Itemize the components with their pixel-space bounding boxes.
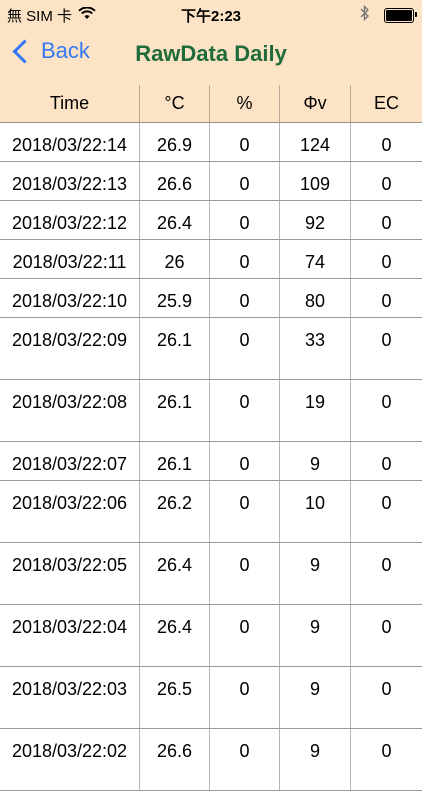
cell-ec: 0 [381,135,392,155]
cell-time: 2018/03/22:05 [0,543,140,604]
cell-temperature: 26.1 [140,318,210,379]
status-right [360,4,417,25]
cell-ec: 0 [381,493,392,513]
table-row[interactable]: 2018/03/22:03 26.5 0 9 0 [0,667,422,729]
cell-time: 2018/03/22:08 [0,380,140,441]
cell-percent: 0 [210,240,280,278]
status-time: 下午2:23 [180,8,242,25]
cell-ec: 0 [381,617,392,637]
cell-luminous-flux: 9 [280,729,351,790]
table-body: 2018/03/22:14 26.9 0 124 0 2018/03/22:13… [0,123,422,791]
cell-luminous-flux: 10 [280,481,351,542]
navigation-bar: Back RawData Daily [0,28,422,86]
cell-percent: 0 [210,279,280,317]
table-row[interactable]: 2018/03/22:07 26.1 0 9 0 [0,442,422,481]
cell-luminous-flux: 109 [280,162,351,200]
cell-ec: 0 [381,213,392,233]
table-row[interactable]: 2018/03/22:10 25.9 0 80 0 [0,279,422,318]
cell-ec: 0 [381,392,392,412]
cell-temperature: 26.1 [140,380,210,441]
table-header: Time °C % Φv EC [0,85,422,123]
cell-temperature: 25.9 [140,279,210,317]
cell-percent: 0 [210,729,280,790]
cell-percent: 0 [210,605,280,666]
column-header-time[interactable]: Time [0,85,140,122]
cell-temperature: 26.9 [140,123,210,161]
bluetooth-icon [360,4,370,25]
battery-fill [386,9,412,21]
cell-luminous-flux: 33 [280,318,351,379]
cell-percent: 0 [210,481,280,542]
cell-luminous-flux: 9 [280,667,351,728]
cell-percent: 0 [210,543,280,604]
cell-ec: 0 [381,741,392,761]
cell-luminous-flux: 9 [280,543,351,604]
cell-ec: 0 [381,174,392,194]
column-header-ec[interactable]: EC [351,85,422,122]
cell-temperature: 26.1 [140,442,210,480]
cell-temperature: 26.4 [140,605,210,666]
cell-ec: 0 [381,679,392,699]
cell-luminous-flux: 92 [280,201,351,239]
cell-temperature: 26.6 [140,729,210,790]
column-header-percent[interactable]: % [210,85,280,122]
cell-time: 2018/03/22:02 [0,729,140,790]
cell-percent: 0 [210,442,280,480]
cell-luminous-flux: 80 [280,279,351,317]
cell-temperature: 26 [140,240,210,278]
cell-time: 2018/03/22:12 [0,201,140,239]
cell-temperature: 26.2 [140,481,210,542]
cell-percent: 0 [210,201,280,239]
cell-temperature: 26.4 [140,201,210,239]
cell-temperature: 26.4 [140,543,210,604]
cell-percent: 0 [210,123,280,161]
status-bar: 無 SIM 卡 下午2:23 [0,0,422,28]
table-row[interactable]: 2018/03/22:08 26.1 0 19 0 [0,380,422,442]
cell-luminous-flux: 124 [280,123,351,161]
cell-time: 2018/03/22:13 [0,162,140,200]
column-header-temperature[interactable]: °C [140,85,210,122]
cell-time: 2018/03/22:09 [0,318,140,379]
cell-time: 2018/03/22:04 [0,605,140,666]
cell-time: 2018/03/22:03 [0,667,140,728]
cell-ec: 0 [381,291,392,311]
table-row[interactable]: 2018/03/22:06 26.2 0 10 0 [0,481,422,543]
table-row[interactable]: 2018/03/22:13 26.6 0 109 0 [0,162,422,201]
table-row[interactable]: 2018/03/22:02 26.6 0 9 0 [0,729,422,791]
battery-icon [384,7,417,23]
table-row[interactable]: 2018/03/22:12 26.4 0 92 0 [0,201,422,240]
cell-time: 2018/03/22:07 [0,442,140,480]
table-row[interactable]: 2018/03/22:04 26.4 0 9 0 [0,605,422,667]
cell-luminous-flux: 19 [280,380,351,441]
table-row[interactable]: 2018/03/22:09 26.1 0 33 0 [0,318,422,380]
cell-ec: 0 [381,454,392,474]
table-row[interactable]: 2018/03/22:14 26.9 0 124 0 [0,123,422,162]
cell-percent: 0 [210,162,280,200]
page-title: RawData Daily [135,41,287,66]
cell-percent: 0 [210,380,280,441]
cell-time: 2018/03/22:10 [0,279,140,317]
cell-percent: 0 [210,318,280,379]
cell-time: 2018/03/22:06 [0,481,140,542]
cell-luminous-flux: 9 [280,605,351,666]
cell-percent: 0 [210,667,280,728]
cell-time: 2018/03/22:14 [0,123,140,161]
cell-temperature: 26.5 [140,667,210,728]
cell-ec: 0 [381,330,392,350]
cell-ec: 0 [381,555,392,575]
table-row[interactable]: 2018/03/22:11 26 0 74 0 [0,240,422,279]
cell-ec: 0 [381,252,392,272]
cell-luminous-flux: 9 [280,442,351,480]
table-row[interactable]: 2018/03/22:05 26.4 0 9 0 [0,543,422,605]
column-header-luminous-flux[interactable]: Φv [280,85,351,122]
cell-luminous-flux: 74 [280,240,351,278]
cell-time: 2018/03/22:11 [0,240,140,278]
cell-temperature: 26.6 [140,162,210,200]
